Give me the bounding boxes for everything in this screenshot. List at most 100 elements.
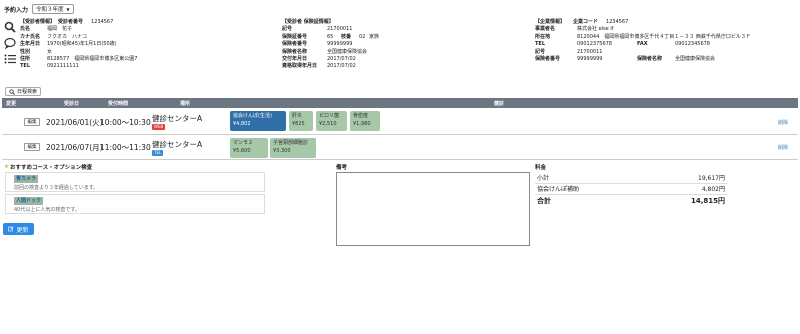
fee-row: 協会けんぽ補助 4,802円: [535, 184, 727, 195]
recommend-desc: 前回の検査より３年経過しています。: [14, 185, 99, 191]
fees-title: 料金: [535, 165, 547, 171]
company-insurer-name: 全国健康保険協会: [675, 56, 716, 63]
reservation-place: 健診センターA: [152, 114, 203, 123]
option-price: ¥825: [292, 120, 305, 127]
reservation-table-header: 変更 受診日 受付時間 場所 健診: [2, 98, 798, 108]
recommend-card[interactable]: 胃カメラ 前回の検査より３年経過しています。: [5, 172, 265, 192]
reservation-date: 2021/06/01(火): [46, 118, 103, 127]
insurance-field-label: 記号: [282, 26, 293, 33]
notes-textarea[interactable]: [336, 172, 530, 246]
company-field-label: 所在地: [535, 33, 551, 40]
topbar: 予約入力 令和３年度 ▼: [4, 3, 74, 15]
reservation-time: 10:00～10:30: [100, 118, 151, 127]
insurer-name-label: 保険者名称: [637, 56, 663, 63]
fiscal-year-value: 令和３年度: [36, 7, 64, 13]
insurance-field-label: 保険者名称: [282, 48, 308, 55]
course-chip[interactable]: 協会けんぽ(生活) ¥4,802: [230, 111, 286, 131]
table-row: 編集 2021/06/07(月) 11:00～11:30 健診センターA TEL…: [2, 135, 798, 160]
delete-link[interactable]: 削除: [778, 119, 788, 126]
patient-name: 福岡 花子: [47, 26, 73, 33]
option-name: ピロリ菌: [319, 113, 340, 119]
option-name: 骨密度: [353, 113, 369, 119]
recommend-title-text: おすすめコース・オプション検査: [9, 165, 93, 171]
fee-value: 19,617円: [698, 174, 725, 182]
option-chip[interactable]: 肝炎 ¥825: [289, 111, 313, 131]
col-time: 受付時間: [108, 101, 129, 107]
company-name: 株式会社 else if: [577, 26, 614, 33]
recommend-card[interactable]: 人間ドック 40代以上に人気の検査です。: [5, 194, 265, 214]
chevron-down-icon: ▼: [66, 6, 70, 12]
list-icon[interactable]: [3, 52, 17, 66]
patient-field-label: 住所: [20, 56, 31, 63]
branch-number: 02: [359, 33, 366, 40]
option-name: マンモ２: [233, 140, 254, 146]
fee-total-label: 合計: [537, 196, 551, 205]
patient-number: 1234567: [91, 19, 114, 25]
fee-value: 4,802円: [701, 186, 725, 194]
patient-tel: 0921111111: [47, 63, 79, 70]
insurer-number: 99999999: [327, 41, 353, 48]
delete-link[interactable]: 削除: [778, 144, 788, 151]
option-price: ¥2,510: [319, 120, 337, 127]
company-field-label: 事業者名: [535, 26, 556, 33]
company-fax: 09012345678: [675, 41, 710, 48]
reservation-time: 11:00～11:30: [100, 143, 151, 152]
schedule-search-button[interactable]: 日程検索: [5, 87, 42, 96]
insurer-name: 全国健康保険協会: [327, 48, 368, 55]
schedule-search-label: 日程検索: [17, 89, 38, 95]
insurance-symbol: 21700011: [327, 26, 353, 33]
option-chip[interactable]: マンモ２ ¥5,600: [230, 138, 268, 158]
option-price: ¥3,300: [273, 147, 291, 154]
patient-field-label: 氏名: [20, 26, 31, 33]
company-info: 【企業情報】 企業コード 1234567 事業者名 株式会社 else if 所在…: [535, 19, 800, 63]
search-icon: [9, 88, 15, 95]
option-chip[interactable]: 子宮頸部細胞診 ¥3,300: [270, 138, 316, 158]
fax-label: FAX: [637, 41, 648, 48]
option-name: 肝炎: [292, 113, 303, 119]
insurance-field-label: 資格取得年月日: [282, 63, 318, 70]
update-button[interactable]: 更新: [3, 223, 34, 235]
fiscal-year-select[interactable]: 令和３年度 ▼: [32, 4, 74, 14]
chat-icon[interactable]: [3, 36, 17, 50]
col-place: 場所: [180, 101, 191, 107]
patient-birthdate: 1970(昭和45)年1月1日(50歳): [47, 41, 117, 48]
patient-address: 8128577 福岡県福岡市博多区東公園7: [47, 56, 138, 63]
search-icon[interactable]: [3, 20, 17, 34]
page-title: 予約入力: [4, 6, 29, 14]
reservation-place: 健診センターA: [152, 140, 203, 149]
option-name: 子宮頸部細胞診: [273, 140, 309, 146]
star-icon: ★: [4, 164, 9, 170]
company-address: 8120044 福岡県福岡市博多区千代４丁目１－３３ 西鉄千代県庁口ビル３Ｆ: [577, 33, 751, 40]
edit-button[interactable]: 編集: [24, 118, 40, 126]
course-name: 協会けんぽ(生活): [233, 113, 272, 119]
edit-button[interactable]: 編集: [24, 143, 40, 151]
company-symbol: 21700011: [577, 48, 603, 55]
col-content: 健診: [494, 101, 505, 107]
tel-badge: TEL: [152, 150, 164, 156]
recommend-tag: 胃カメラ: [14, 175, 39, 183]
company-field-label: 保険者番号: [535, 56, 561, 63]
option-chip[interactable]: ピロリ菌 ¥2,510: [316, 111, 347, 131]
company-field-label: 記号: [535, 48, 546, 55]
recommend-title: ★ おすすめコース・オプション検査: [4, 163, 92, 171]
company-tel: 09012375678: [577, 41, 612, 48]
patient-field-label: 性別: [20, 48, 31, 55]
branch-number-label: 枝番: [341, 33, 352, 40]
recommend-tag: 人間ドック: [14, 197, 44, 205]
patient-info: 【受診者情報】 受診者番号 1234567 氏名 福岡 花子 カナ氏名 フクオカ ハ…: [20, 19, 270, 71]
patient-field-label: TEL: [20, 63, 31, 70]
insurance-info: 【受診者 保険証情報】 記号 21700011 保険証番号 65 枝番 02 家族…: [282, 19, 532, 71]
reservation-date: 2021/06/07(月): [46, 143, 103, 152]
sidebar-icons: [3, 20, 17, 68]
fee-label: 小計: [537, 174, 550, 182]
insured-type: 家族: [369, 33, 380, 40]
patient-field-label: 生年月日: [20, 41, 41, 48]
qualification-date: 2017/07/02: [327, 63, 356, 70]
col-change: 変更: [6, 101, 17, 107]
course-price: ¥4,802: [233, 120, 251, 127]
company-field-label: TEL: [535, 41, 546, 48]
insurance-card-number: 65: [327, 33, 334, 40]
option-chip[interactable]: 骨密度 ¥1,980: [350, 111, 380, 131]
insurance-field-label: 保険者番号: [282, 41, 308, 48]
fee-total-row: 合計 14,815円: [535, 195, 727, 207]
